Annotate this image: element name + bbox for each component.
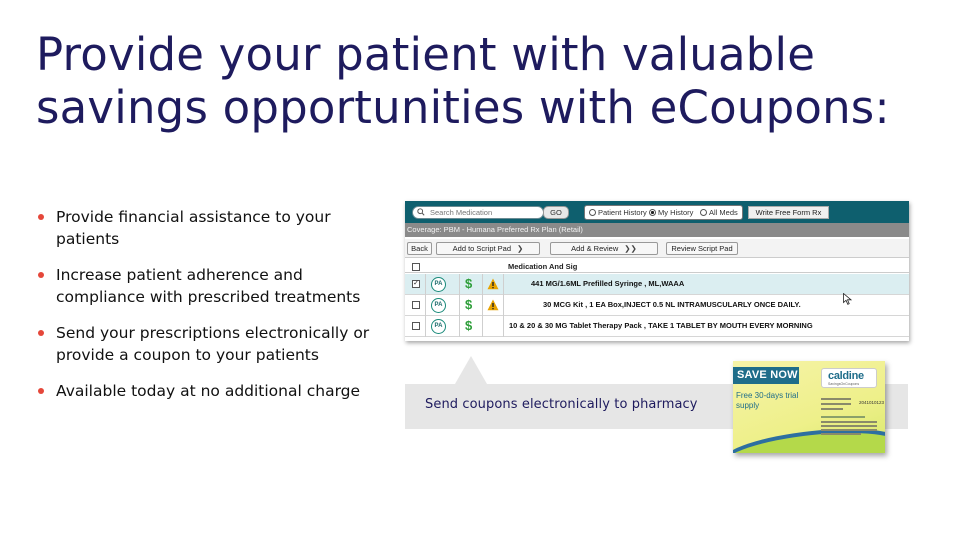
brand-logo: caldine SavingsOnCoupons [821,368,877,388]
fine-print-line [821,403,851,405]
ehr-topbar: Search Medication GO Patient History My … [405,201,909,223]
radio-label: All Meds [709,208,738,217]
dollar-icon[interactable]: $ [465,297,472,312]
select-all-checkbox[interactable] [412,263,420,271]
add-to-script-pad-button[interactable]: Add to Script Pad ❯ [436,242,540,255]
fine-print-line [821,433,861,435]
column-divider [425,316,426,337]
medication-sig: 441 MG/1.6ML Prefilled Syringe , ML,WAAA [531,279,685,288]
ecoupon-card: SAVE NOW Free 30-days trial supply caldi… [733,361,885,453]
prior-auth-icon[interactable]: PA [431,319,446,334]
prior-auth-icon[interactable]: PA [431,298,446,313]
callout-pointer [455,356,487,384]
callout-text: Send coupons electronically to pharmacy [425,397,698,412]
radio-label: Patient History [598,208,647,217]
row-checkbox[interactable] [412,322,420,330]
button-label: Add & Review [571,244,619,253]
column-divider [482,295,483,316]
table-row[interactable]: PA $ 30 MCG Kit , 1 EA Box,INJECT 0.5 NL… [405,295,909,316]
warning-icon[interactable] [487,278,499,290]
column-divider [459,274,460,295]
table-row[interactable]: ✓ PA $ 441 MG/1.6ML Prefilled Syringe , … [405,274,909,295]
bullet-item: Send your prescriptions electronically o… [36,322,392,366]
double-chevron-right-icon: ❯❯ [624,244,637,253]
warning-icon[interactable] [487,299,499,311]
radio-patient-history[interactable]: Patient History [589,208,647,218]
radio-my-history[interactable]: My History [649,208,693,218]
mouse-cursor-icon [843,293,852,305]
coupon-trial-text: Free 30-days trial supply [736,391,799,410]
column-divider [425,274,426,295]
fine-print-line [821,416,865,418]
write-free-form-button[interactable]: Write Free Form Rx [748,206,829,219]
search-placeholder: Search Medication [430,208,493,217]
brand-logo-subtext: SavingsOnCoupons [828,382,860,386]
column-divider [425,295,426,316]
brand-logo-text: caldine [828,370,864,382]
prior-auth-icon[interactable]: PA [431,277,446,292]
radio-selected-icon [649,209,656,216]
save-now-banner: SAVE NOW [733,367,799,384]
radio-unselected-icon [700,209,707,216]
table-row[interactable]: PA $ 10 & 20 & 30 MG Tablet Therapy Pack… [405,316,909,337]
fine-print-line [821,429,877,431]
script-toolbar: Back Add to Script Pad ❯ Add & Review ❯❯ R… [405,239,909,258]
column-divider [482,274,483,295]
chevron-right-icon: ❯ [517,244,524,253]
column-divider [503,316,504,337]
medication-sig: 30 MCG Kit , 1 EA Box,INJECT 0.5 NL INTR… [543,300,801,309]
radio-unselected-icon [589,209,596,216]
search-medication-input[interactable]: Search Medication [412,206,544,219]
fine-print-line [821,421,877,423]
bullet-list: Provide financial assistance to your pat… [36,206,392,416]
row-checkbox-checked[interactable]: ✓ [412,280,420,288]
column-divider [459,316,460,337]
dollar-icon[interactable]: $ [465,276,472,291]
row-checkbox[interactable] [412,301,420,309]
slide-title-line-2: savings opportunities with eCoupons: [36,81,890,134]
table-header: Medication And Sig [405,260,909,273]
radio-label: My History [658,208,694,217]
button-label: Add to Script Pad [452,244,512,253]
bullet-item: Increase patient adherence and complianc… [36,264,392,308]
column-header-medication: Medication And Sig [508,262,578,271]
go-button[interactable]: GO [543,206,569,219]
slide-title-line-1: Provide your patient with valuable [36,28,816,81]
coupon-id-number: 2041010123 [859,400,885,405]
fine-print-line [821,425,877,427]
column-divider [503,295,504,316]
review-script-pad-button[interactable]: Review Script Pad [666,242,738,255]
dollar-icon[interactable]: $ [465,318,472,333]
medication-sig: 10 & 20 & 30 MG Tablet Therapy Pack , TA… [509,321,813,330]
back-button[interactable]: Back [407,242,432,255]
coverage-bar: Coverage: PBM - Humana Preferred Rx Plan… [405,223,909,237]
search-icon [417,208,425,216]
fine-print-line [821,398,851,400]
add-and-review-button[interactable]: Add & Review ❯❯ [550,242,658,255]
fine-print-line [821,408,843,410]
bullet-item: Provide financial assistance to your pat… [36,206,392,250]
slide-title: Provide your patient with valuable savin… [36,28,936,134]
history-radio-group: Patient History My History All Meds [584,205,743,220]
column-divider [459,295,460,316]
ehr-medication-panel: Search Medication GO Patient History My … [405,201,909,341]
column-divider [482,316,483,337]
column-divider [503,274,504,295]
radio-all-meds[interactable]: All Meds [700,208,738,218]
bullet-item: Available today at no additional charge [36,380,392,402]
